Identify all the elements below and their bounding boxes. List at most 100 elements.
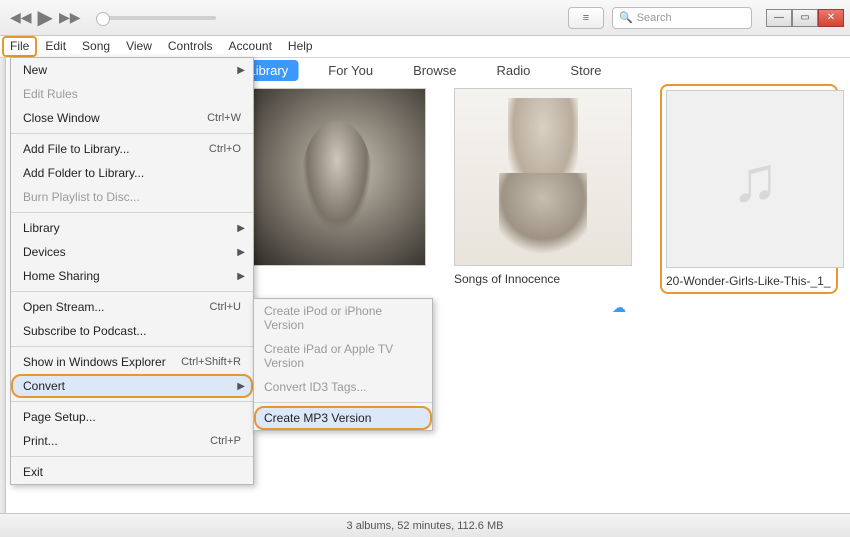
- menu-edit-rules-label: Edit Rules: [23, 87, 78, 101]
- submenu-create-ipad: Create iPad or Apple TV Version: [254, 337, 432, 375]
- chevron-right-icon: ▶: [237, 247, 245, 258]
- menu-bar: File Edit Song View Controls Account Hel…: [0, 36, 850, 58]
- menu-subscribe-podcast[interactable]: Subscribe to Podcast...: [11, 319, 253, 343]
- menu-file[interactable]: File: [2, 36, 37, 57]
- chevron-right-icon: ▶: [237, 381, 245, 392]
- album-title: 20-Wonder-Girls-Like-This-_1_: [666, 274, 832, 288]
- album-art[interactable]: [248, 88, 426, 266]
- menu-close-window-label: Close Window: [23, 111, 100, 125]
- search-icon: 🔍: [619, 11, 633, 24]
- list-view-button[interactable]: ≡: [568, 7, 604, 29]
- album-item[interactable]: Songs of Innocence ☁: [454, 88, 632, 294]
- albums-grid: ☁ Songs of Innocence ☁ ♫ 20-Wonder-Girls…: [248, 88, 838, 294]
- menu-convert-label: Convert: [23, 379, 65, 393]
- submenu-convert-id3: Convert ID3 Tags...: [254, 375, 432, 399]
- menu-open-stream[interactable]: Open Stream... Ctrl+U: [11, 295, 253, 319]
- menu-separator: [11, 456, 253, 457]
- tab-for-you[interactable]: For You: [318, 60, 383, 81]
- submenu-ipod-label: Create iPod or iPhone Version: [264, 304, 422, 332]
- menu-convert[interactable]: Convert ▶: [11, 374, 253, 398]
- tab-browse[interactable]: Browse: [403, 60, 466, 81]
- menu-separator: [11, 401, 253, 402]
- shortcut-text: Ctrl+U: [210, 301, 241, 313]
- menu-home-sharing[interactable]: Home Sharing ▶: [11, 264, 253, 288]
- submenu-mp3-label: Create MP3 Version: [264, 411, 371, 425]
- menu-close-window[interactable]: Close Window Ctrl+W: [11, 106, 253, 130]
- shortcut-text: Ctrl+Shift+R: [181, 356, 241, 368]
- content-tabs: Library For You Browse Radio Store: [239, 60, 612, 81]
- cloud-download-icon[interactable]: ☁: [612, 299, 626, 316]
- menu-edit-rules: Edit Rules: [11, 82, 253, 106]
- menu-print-label: Print...: [23, 434, 58, 448]
- close-button[interactable]: ✕: [818, 9, 844, 27]
- submenu-create-ipod: Create iPod or iPhone Version: [254, 299, 432, 337]
- menu-song[interactable]: Song: [74, 36, 118, 57]
- menu-add-file[interactable]: Add File to Library... Ctrl+O: [11, 137, 253, 161]
- next-button[interactable]: ▶▶: [59, 9, 81, 26]
- search-input[interactable]: 🔍 Search: [612, 7, 752, 29]
- previous-button[interactable]: ◀◀: [10, 9, 32, 26]
- submenu-ipad-label: Create iPad or Apple TV Version: [264, 342, 422, 370]
- album-art-placeholder[interactable]: ♫: [666, 90, 844, 268]
- menu-page-setup[interactable]: Page Setup...: [11, 405, 253, 429]
- menu-new-label: New: [23, 63, 47, 77]
- menu-add-file-label: Add File to Library...: [23, 142, 130, 156]
- menu-separator: [11, 291, 253, 292]
- submenu-id3-label: Convert ID3 Tags...: [264, 380, 367, 394]
- menu-separator: [11, 133, 253, 134]
- menu-help[interactable]: Help: [280, 36, 321, 57]
- play-button[interactable]: ▶: [38, 5, 53, 30]
- menu-add-folder[interactable]: Add Folder to Library...: [11, 161, 253, 185]
- shortcut-text: Ctrl+P: [210, 435, 241, 447]
- menu-home-sharing-label: Home Sharing: [23, 269, 100, 283]
- chevron-right-icon: ▶: [237, 65, 245, 76]
- menu-view[interactable]: View: [118, 36, 160, 57]
- shortcut-text: Ctrl+O: [209, 143, 241, 155]
- music-note-icon: ♫: [731, 142, 779, 216]
- submenu-create-mp3[interactable]: Create MP3 Version: [254, 406, 432, 430]
- menu-show-explorer[interactable]: Show in Windows Explorer Ctrl+Shift+R: [11, 350, 253, 374]
- menu-show-explorer-label: Show in Windows Explorer: [23, 355, 166, 369]
- menu-page-setup-label: Page Setup...: [23, 410, 96, 424]
- chevron-right-icon: ▶: [237, 271, 245, 282]
- search-placeholder: Search: [637, 12, 672, 24]
- chevron-right-icon: ▶: [237, 223, 245, 234]
- file-menu-dropdown: New ▶ Edit Rules Close Window Ctrl+W Add…: [10, 57, 254, 485]
- maximize-button[interactable]: ▭: [792, 9, 818, 27]
- window-controls: — ▭ ✕: [766, 9, 844, 27]
- menu-library-label: Library: [23, 221, 60, 235]
- menu-devices-label: Devices: [23, 245, 66, 259]
- album-item-selected[interactable]: ♫ 20-Wonder-Girls-Like-This-_1_: [660, 84, 838, 294]
- menu-controls[interactable]: Controls: [160, 36, 221, 57]
- menu-add-folder-label: Add Folder to Library...: [23, 166, 144, 180]
- menu-print[interactable]: Print... Ctrl+P: [11, 429, 253, 453]
- menu-burn-playlist: Burn Playlist to Disc...: [11, 185, 253, 209]
- menu-burn-label: Burn Playlist to Disc...: [23, 190, 140, 204]
- menu-devices[interactable]: Devices ▶: [11, 240, 253, 264]
- menu-subscribe-label: Subscribe to Podcast...: [23, 324, 146, 338]
- menu-separator: [254, 402, 432, 403]
- tab-store[interactable]: Store: [560, 60, 611, 81]
- album-art[interactable]: [454, 88, 632, 266]
- menu-exit-label: Exit: [23, 465, 43, 479]
- player-toolbar: ◀◀ ▶ ▶▶ ≡ 🔍 Search — ▭ ✕: [0, 0, 850, 36]
- convert-submenu: Create iPod or iPhone Version Create iPa…: [253, 298, 433, 431]
- toolbar-right: ≡ 🔍 Search — ▭ ✕: [568, 7, 844, 29]
- menu-account[interactable]: Account: [221, 36, 280, 57]
- menu-separator: [11, 346, 253, 347]
- menu-open-stream-label: Open Stream...: [23, 300, 104, 314]
- menu-edit[interactable]: Edit: [37, 36, 74, 57]
- volume-slider[interactable]: [96, 16, 216, 20]
- menu-library[interactable]: Library ▶: [11, 216, 253, 240]
- menu-exit[interactable]: Exit: [11, 460, 253, 484]
- menu-new[interactable]: New ▶: [11, 58, 253, 82]
- menu-separator: [11, 212, 253, 213]
- shortcut-text: Ctrl+W: [207, 112, 241, 124]
- status-bar: 3 albums, 52 minutes, 112.6 MB: [0, 513, 850, 537]
- album-item[interactable]: ☁: [248, 88, 426, 294]
- tab-radio[interactable]: Radio: [486, 60, 540, 81]
- album-title: Songs of Innocence: [454, 272, 632, 286]
- minimize-button[interactable]: —: [766, 9, 792, 27]
- status-text: 3 albums, 52 minutes, 112.6 MB: [347, 520, 504, 532]
- sidebar-edge: [0, 58, 6, 513]
